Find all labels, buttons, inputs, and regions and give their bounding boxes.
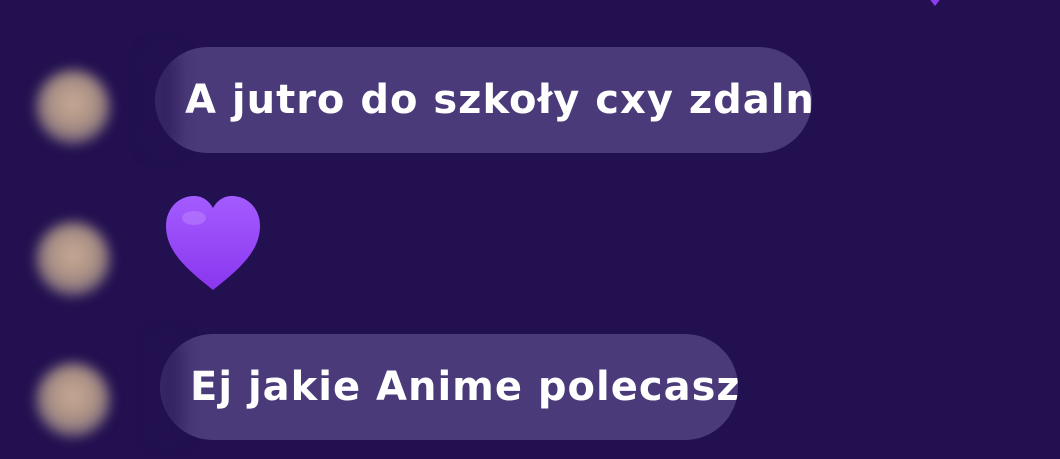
bubble-edge-shadow (148, 50, 178, 150)
purple-heart-icon (930, 0, 940, 6)
avatar[interactable] (36, 222, 110, 296)
message-text: A jutro do szkoły cxy zdalne (185, 77, 812, 123)
avatar[interactable] (36, 363, 110, 437)
message-bubble[interactable]: A jutro do szkoły cxy zdalne (155, 47, 812, 153)
chat-thread: A jutro do szkoły cxy zdalne Ej jakie An… (0, 0, 1060, 459)
message-bubble[interactable]: Ej jakie Anime polecasz? (160, 334, 738, 440)
message-emoji[interactable] (158, 190, 268, 300)
avatar[interactable] (36, 70, 110, 144)
purple-heart-icon (166, 196, 260, 290)
bubble-edge-shadow (153, 338, 183, 438)
message-text: Ej jakie Anime polecasz? (190, 364, 738, 410)
